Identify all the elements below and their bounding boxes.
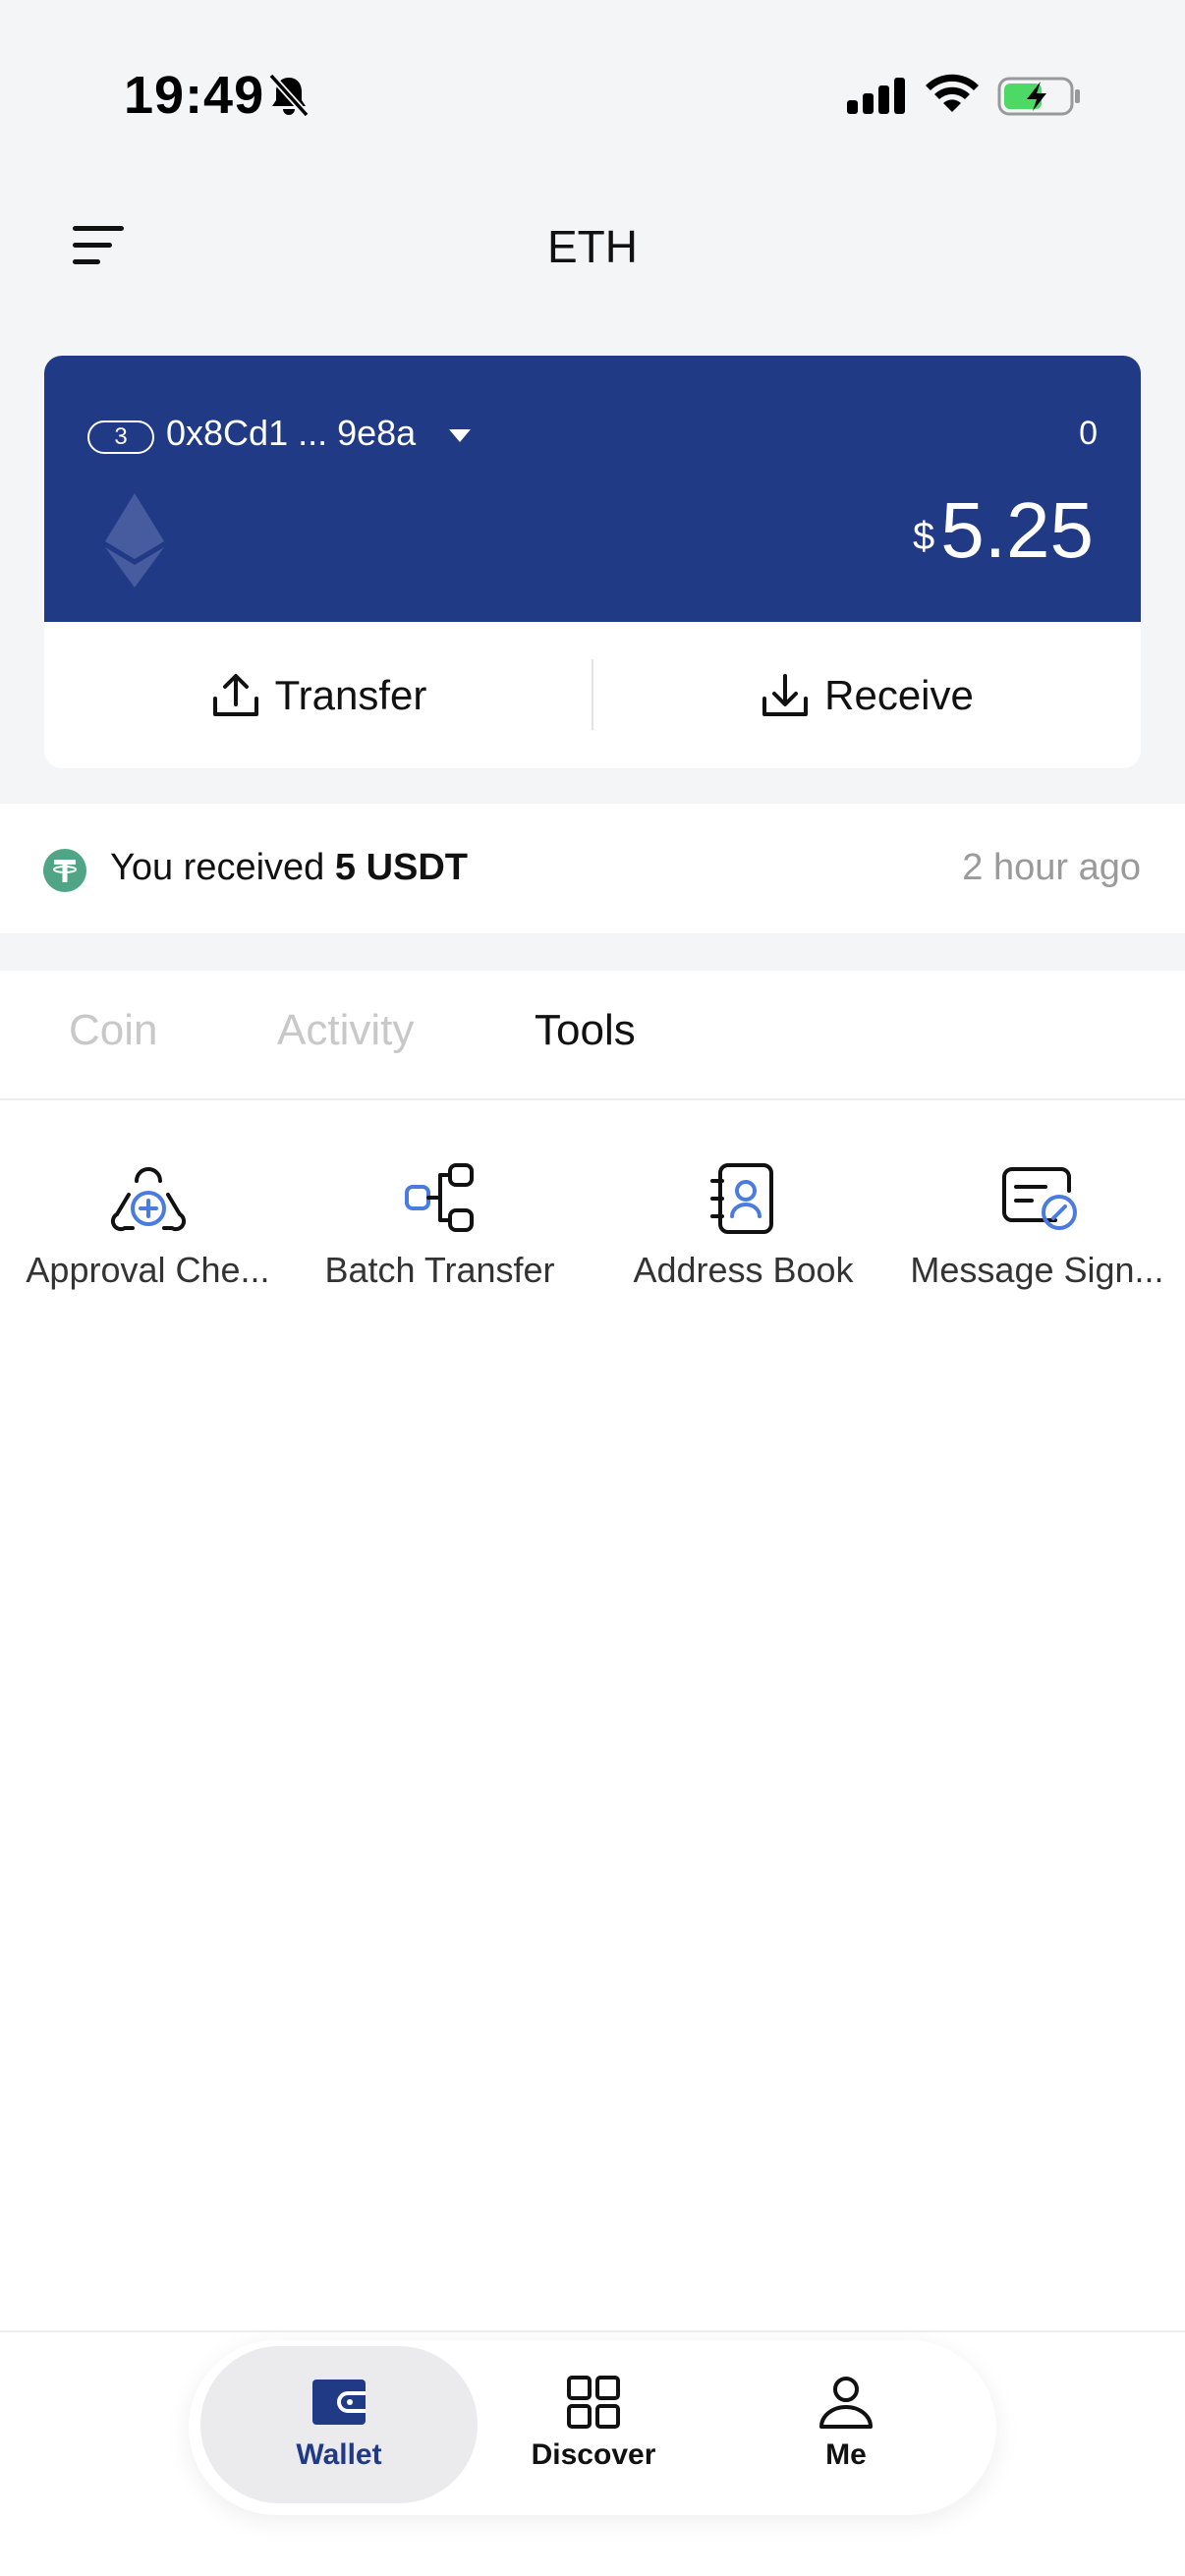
nav-wallet[interactable]: Wallet [241,2376,437,2472]
signal-icon [847,78,905,114]
grid-icon [567,2376,620,2429]
nav-discover[interactable]: Discover [495,2376,692,2472]
notification-text: You received 5 USDT [110,847,468,889]
notification-amount: 5 USDT [334,847,469,888]
balance-display: $5.25 [913,485,1094,576]
bell-off-icon [268,73,310,118]
wallet-screen: 19:49 ETH 3 0x8Cd1 ... 9e8a 0 $5.25 Tran… [0,0,1185,2576]
receive-label: Receive [824,671,974,718]
currency-symbol: $ [913,515,935,558]
status-bar: 19:49 [0,0,1185,187]
section-gap [0,933,1185,971]
message-sign-icon [1001,1167,1077,1230]
approval-check-icon [110,1167,186,1232]
nav-label: Discover [531,2438,656,2471]
address-book-icon [709,1163,773,1234]
nav-label: Wallet [296,2438,382,2471]
download-icon [762,673,809,716]
tab-coin[interactable]: Coin [69,1006,158,1055]
card-count: 0 [1079,415,1098,452]
tab-activity[interactable]: Activity [277,1006,414,1055]
notification-time: 2 hour ago [962,847,1141,888]
nav-label: Me [825,2438,867,2471]
tool-label: Batch Transfer [324,1250,555,1290]
battery-charging-icon [997,77,1080,116]
upload-icon [212,673,258,716]
wifi-icon [926,74,979,112]
receive-button[interactable]: Receive [592,622,1141,768]
account-index-badge: 3 [87,420,154,454]
tool-label: Message Sign... [910,1250,1164,1290]
wallet-card: 3 0x8Cd1 ... 9e8a 0 $5.25 Transfer Recei… [44,356,1141,768]
tool-label: Address Book [633,1250,854,1290]
wallet-actions: Transfer Receive [44,622,1141,768]
tool-approval-check[interactable]: Approval Che... [0,1159,296,1291]
asset-tabs: Coin Activity Tools [0,971,1185,1100]
batch-transfer-icon [404,1163,474,1232]
wallet-address[interactable]: 0x8Cd1 ... 9e8a [166,413,416,454]
tool-address-book[interactable]: Address Book [595,1159,891,1291]
balance-amount: 5.25 [940,486,1094,574]
wallet-card-balance-area: 3 0x8Cd1 ... 9e8a 0 $5.25 [44,356,1141,622]
transfer-button[interactable]: Transfer [44,622,592,768]
status-time: 19:49 [124,66,265,125]
tab-tools[interactable]: Tools [535,1006,636,1055]
ethereum-logo-icon [105,493,164,588]
nav-me[interactable]: Me [748,2376,944,2472]
person-icon [819,2377,873,2429]
chain-title[interactable]: ETH [0,220,1185,273]
tool-batch-transfer[interactable]: Batch Transfer [292,1159,588,1291]
tool-label: Approval Che... [26,1250,270,1290]
bottom-divider [0,2330,1185,2332]
wallet-icon [312,2380,366,2425]
transfer-label: Transfer [274,671,427,718]
tool-message-sign[interactable]: Message Sign... [889,1159,1185,1291]
caret-down-icon[interactable] [447,426,473,444]
tether-icon [43,849,86,892]
notification-prefix: You received [110,847,335,888]
